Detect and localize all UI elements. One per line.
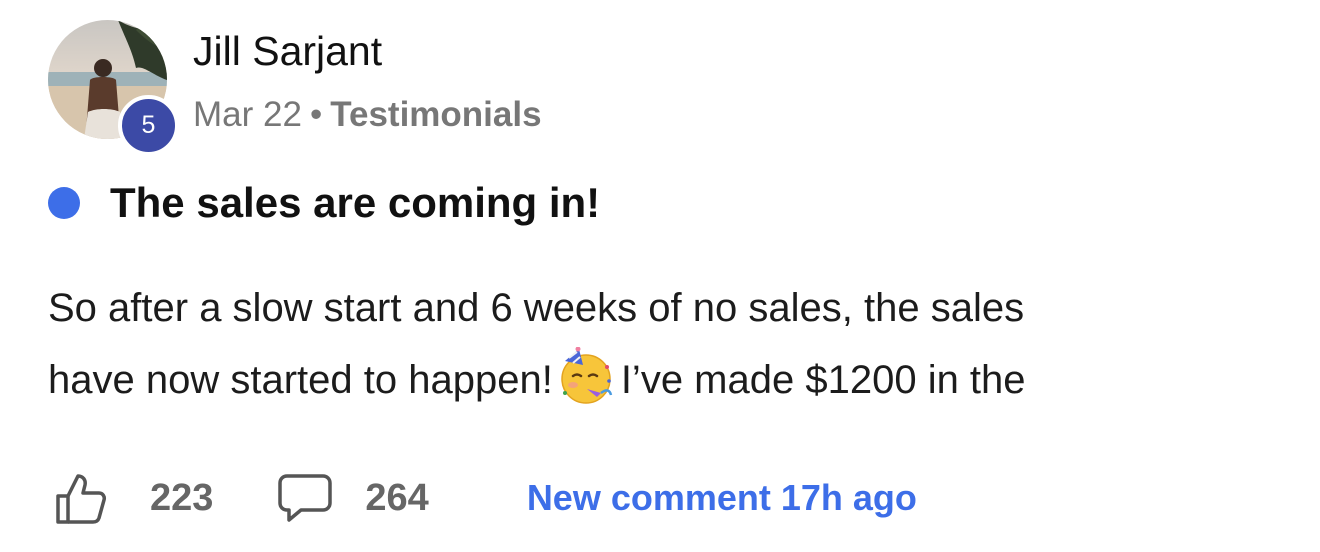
post-card: 5 Jill Sarjant Mar 22 • Testimonials The s… xyxy=(0,0,1320,552)
comment-bubble-icon xyxy=(278,474,333,522)
new-comment-link[interactable]: New comment 17h ago xyxy=(527,477,917,519)
post-date: Mar 22 xyxy=(193,95,302,134)
post-actions: 223 264 New comment 17h ago xyxy=(48,470,917,526)
like-button[interactable]: 223 xyxy=(48,470,213,526)
post-title[interactable]: The sales are coming in! xyxy=(110,178,600,228)
thumbs-up-icon xyxy=(56,474,106,524)
partying-face-icon xyxy=(561,347,613,404)
author-name[interactable]: Jill Sarjant xyxy=(193,27,382,75)
unread-indicator xyxy=(48,187,80,219)
meta-separator: • xyxy=(309,95,323,134)
post-body-line: So after a slow start and 6 weeks of no … xyxy=(48,286,1025,330)
post-body-text: I’ve made $1200 in the xyxy=(620,358,1026,402)
comment-count: 264 xyxy=(365,476,429,519)
comment-button[interactable]: 264 xyxy=(277,472,429,524)
level-badge: 5 xyxy=(118,95,179,156)
like-count: 223 xyxy=(150,476,214,519)
post-meta: Mar 22 • Testimonials xyxy=(193,93,542,137)
post-body-text: have now started to happen! xyxy=(48,358,553,402)
post-body[interactable]: So after a slow start and 6 weeks of no … xyxy=(48,272,1278,416)
post-body-line: have now started to happen! I’ve made $1… xyxy=(48,344,1278,416)
post-category-link[interactable]: Testimonials xyxy=(330,95,541,134)
